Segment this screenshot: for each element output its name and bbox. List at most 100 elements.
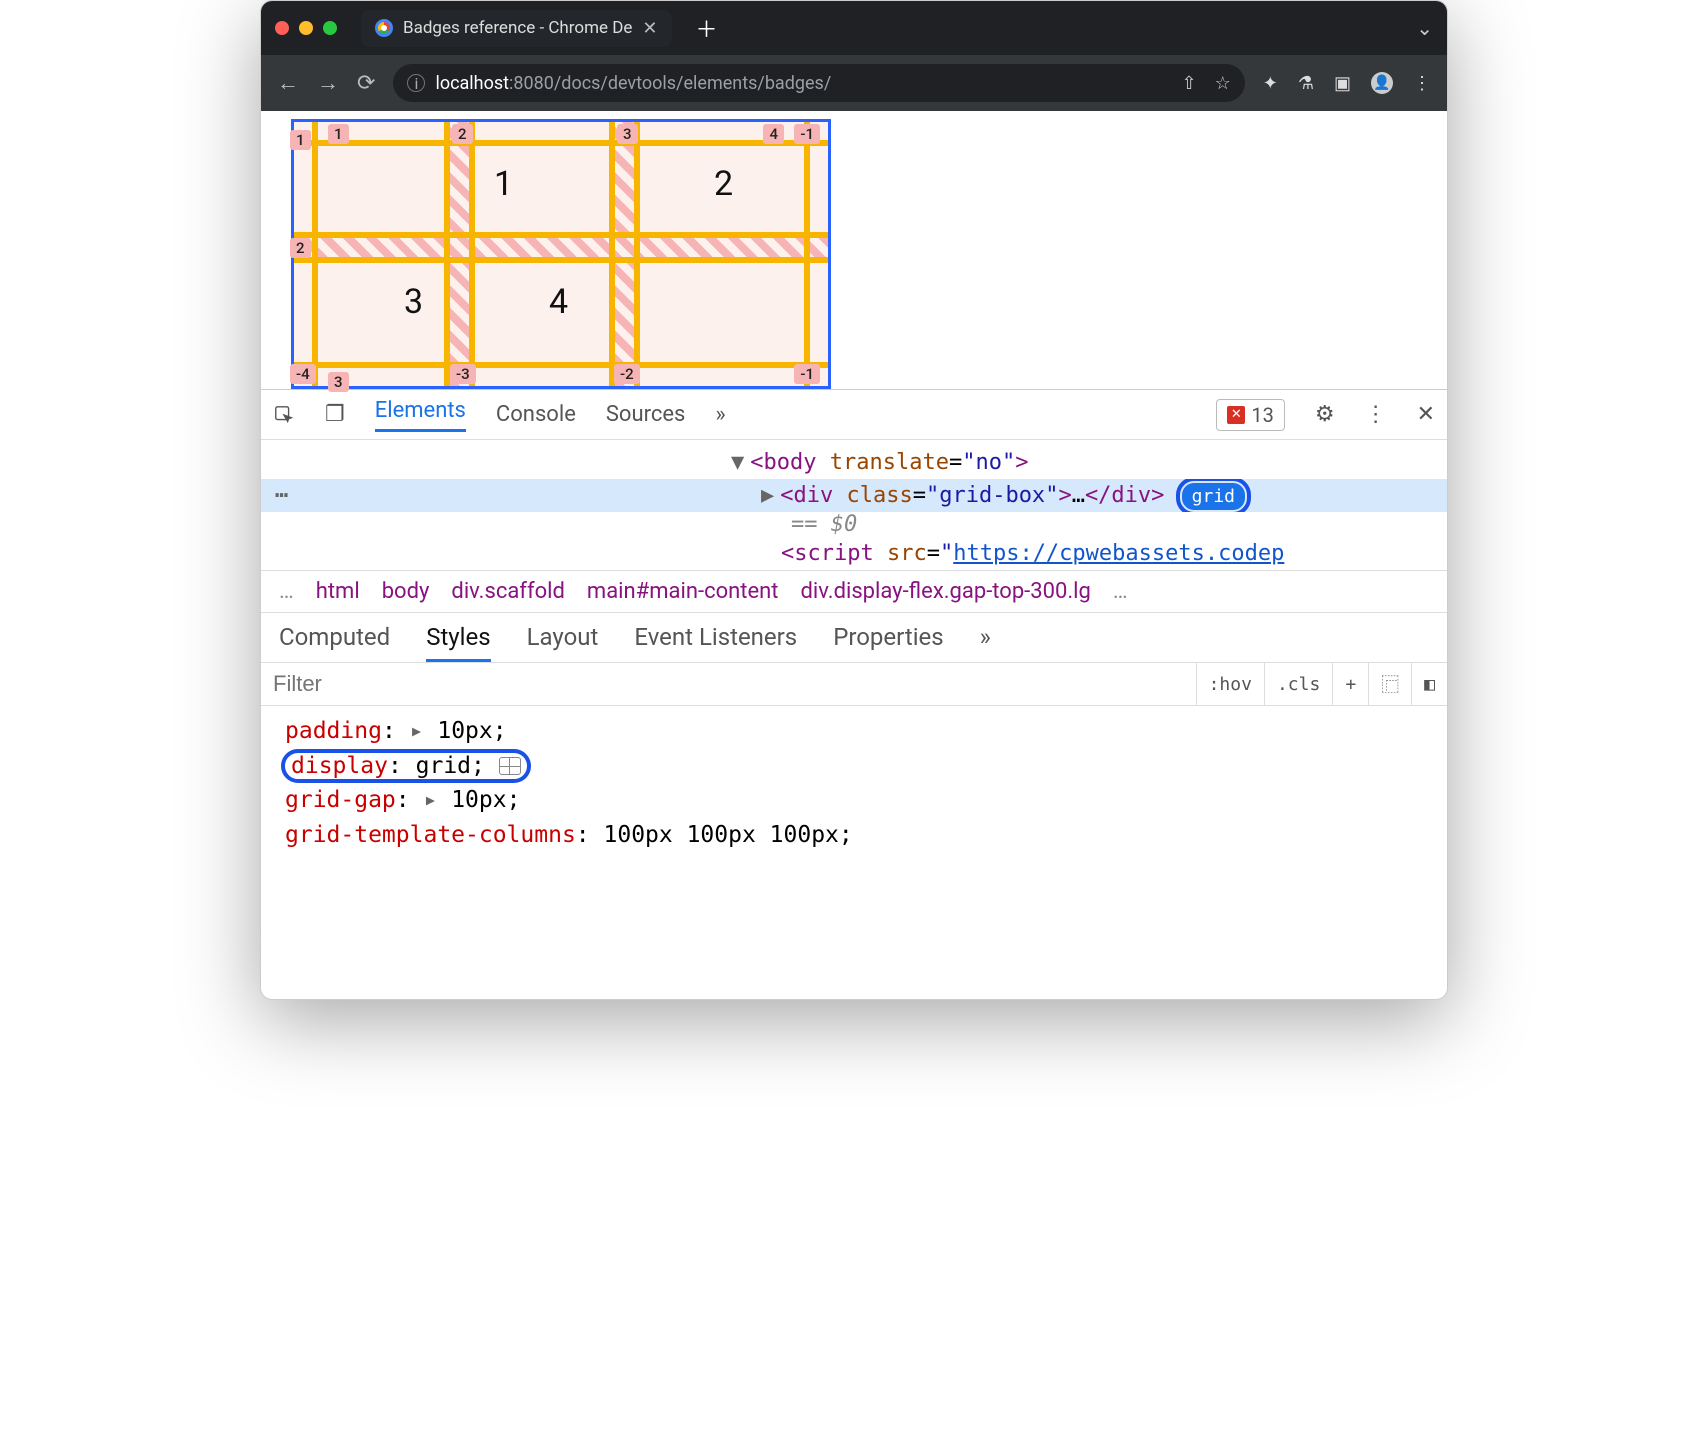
dom-node-grid-box[interactable]: ⋯ ▶<div class="grid-box">…</div> grid: [261, 479, 1447, 512]
cls-button[interactable]: .cls: [1264, 663, 1332, 705]
devtools-panel: ❐ Elements Console Sources » ✕13 ⚙ ⋮ ✕ ▼…: [261, 389, 1447, 860]
hov-button[interactable]: :hov: [1196, 663, 1264, 705]
grid-line: [609, 122, 615, 386]
close-devtools-icon[interactable]: ✕: [1417, 402, 1435, 427]
url-text: localhost:8080/docs/devtools/elements/ba…: [435, 73, 831, 94]
crumb-html[interactable]: html: [316, 579, 360, 604]
more-tabs-icon[interactable]: »: [715, 402, 725, 427]
crumb-flex[interactable]: div.display-flex.gap-top-300.lg: [801, 579, 1091, 604]
error-counter[interactable]: ✕13: [1216, 399, 1284, 431]
bookmark-icon[interactable]: ☆: [1215, 73, 1231, 94]
browser-tab[interactable]: Badges reference - Chrome De ✕: [361, 10, 672, 47]
devtools-kebab-icon[interactable]: ⋮: [1365, 402, 1387, 427]
grid-line: [804, 122, 810, 386]
titlebar: Badges reference - Chrome De ✕ ＋ ⌄: [261, 1, 1447, 55]
css-rules[interactable]: padding: ▸ 10px; display: grid; grid-gap…: [261, 706, 1447, 860]
grid-line: [444, 122, 450, 386]
inspect-tool[interactable]: [273, 404, 295, 426]
page-content: 1 2 3 4 1 1 2 3 4 -1 2 -4 3 -3 -2 -1: [261, 119, 1447, 389]
grid-line: [294, 232, 828, 238]
styles-filter-row: :hov .cls + ⿸ ◧: [261, 662, 1447, 706]
grid-line: [469, 122, 475, 386]
grid-row-gap: [294, 237, 828, 257]
line-number-badge: -3: [450, 364, 476, 384]
new-tab-button[interactable]: ＋: [696, 12, 718, 44]
line-number-badge: -2: [614, 364, 640, 384]
tab-elements[interactable]: Elements: [375, 398, 466, 432]
tab-console[interactable]: Console: [496, 402, 576, 427]
line-number-badge: 2: [290, 238, 311, 258]
browser-toolbar: ← → ⟳ i localhost:8080/docs/devtools/ele…: [261, 55, 1447, 111]
selected-indicator: == $0: [261, 512, 1447, 537]
line-number-badge: 3: [328, 372, 349, 392]
labs-icon[interactable]: ⚗: [1298, 73, 1314, 94]
crumb-body[interactable]: body: [382, 579, 430, 604]
grid-editor-icon[interactable]: [499, 757, 521, 775]
chrome-favicon-icon: [375, 19, 393, 37]
grid-line: [294, 140, 828, 146]
address-bar[interactable]: i localhost:8080/docs/devtools/elements/…: [393, 64, 1244, 102]
dom-node-script[interactable]: <script src="https://cpwebassets.codep: [261, 537, 1447, 570]
grid-line: [312, 122, 318, 386]
tab-styles[interactable]: Styles: [426, 623, 490, 662]
line-number-badge: 4: [763, 124, 784, 144]
kebab-menu-icon[interactable]: ⋮: [1413, 73, 1431, 94]
grid-line: [294, 362, 828, 368]
styles-filter-input[interactable]: [261, 671, 1196, 697]
close-tab-icon[interactable]: ✕: [642, 18, 657, 39]
line-number-badge: -4: [290, 364, 316, 384]
tab-computed[interactable]: Computed: [279, 623, 390, 662]
more-tabs-icon[interactable]: »: [980, 623, 991, 662]
reload-button[interactable]: ⟳: [357, 71, 375, 96]
tab-title: Badges reference - Chrome De: [403, 18, 632, 38]
paint-icon[interactable]: ⿸: [1368, 663, 1411, 705]
collapsed-indicator[interactable]: ⋯: [275, 483, 290, 508]
tab-layout[interactable]: Layout: [527, 623, 599, 662]
tab-event-listeners[interactable]: Event Listeners: [634, 623, 797, 662]
crumb-main[interactable]: main#main-content: [587, 579, 779, 604]
line-number-badge: -1: [794, 364, 820, 384]
css-declaration-display[interactable]: display: grid;: [285, 749, 1423, 784]
profile-avatar-icon[interactable]: 👤: [1371, 72, 1393, 94]
error-icon: ✕: [1227, 406, 1245, 424]
dom-tree[interactable]: ▼<body translate="no"> ⋯ ▶<div class="gr…: [261, 440, 1447, 570]
crumb-scaffold[interactable]: div.scaffold: [451, 579, 565, 604]
grid-cell-label: 2: [714, 164, 733, 204]
css-declaration[interactable]: grid-template-columns: 100px 100px 100px…: [285, 818, 1423, 853]
line-number-badge: 3: [617, 124, 638, 144]
line-number-badge: -1: [794, 124, 820, 144]
tab-sources[interactable]: Sources: [606, 402, 686, 427]
styles-tabbar: Computed Styles Layout Event Listeners P…: [261, 613, 1447, 662]
css-declaration[interactable]: grid-gap: ▸ 10px;: [285, 783, 1423, 818]
settings-gear-icon[interactable]: ⚙: [1315, 402, 1335, 427]
extensions-icon[interactable]: ✦: [1263, 73, 1278, 94]
close-window-button[interactable]: [275, 21, 289, 35]
tab-properties[interactable]: Properties: [833, 623, 943, 662]
devtools-tabbar: ❐ Elements Console Sources » ✕13 ⚙ ⋮ ✕: [261, 390, 1447, 440]
breadcrumb[interactable]: … html body div.scaffold main#main-conte…: [261, 570, 1447, 613]
window-controls: [275, 21, 337, 35]
device-toggle-icon[interactable]: ❐: [325, 402, 345, 427]
grid-cell-label: 4: [549, 282, 568, 322]
line-number-badge: 1: [328, 124, 349, 144]
browser-window: Badges reference - Chrome De ✕ ＋ ⌄ ← → ⟳…: [260, 0, 1448, 1000]
new-rule-button[interactable]: +: [1332, 663, 1368, 705]
site-info-icon[interactable]: i: [407, 74, 425, 92]
forward-button[interactable]: →: [317, 70, 339, 96]
dom-node-body[interactable]: ▼<body translate="no">: [261, 446, 1447, 479]
minimize-window-button[interactable]: [299, 21, 313, 35]
maximize-window-button[interactable]: [323, 21, 337, 35]
line-number-badge: 1: [290, 130, 311, 150]
css-declaration[interactable]: padding: ▸ 10px;: [285, 714, 1423, 749]
reader-icon[interactable]: ▣: [1334, 73, 1351, 94]
grid-overlay: 1 2 3 4 1 1 2 3 4 -1 2 -4 3 -3 -2 -1: [291, 119, 831, 389]
grid-line: [294, 257, 828, 263]
grid-line: [634, 122, 640, 386]
grid-badge[interactable]: grid: [1182, 483, 1245, 510]
grid-cell-label: 3: [404, 282, 423, 322]
back-button[interactable]: ←: [277, 70, 299, 96]
tabs-dropdown-icon[interactable]: ⌄: [1416, 16, 1433, 40]
toggle-sidebar-icon[interactable]: ◧: [1411, 663, 1447, 705]
grid-cell-label: 1: [494, 164, 513, 204]
share-icon[interactable]: ⇧: [1182, 73, 1197, 94]
